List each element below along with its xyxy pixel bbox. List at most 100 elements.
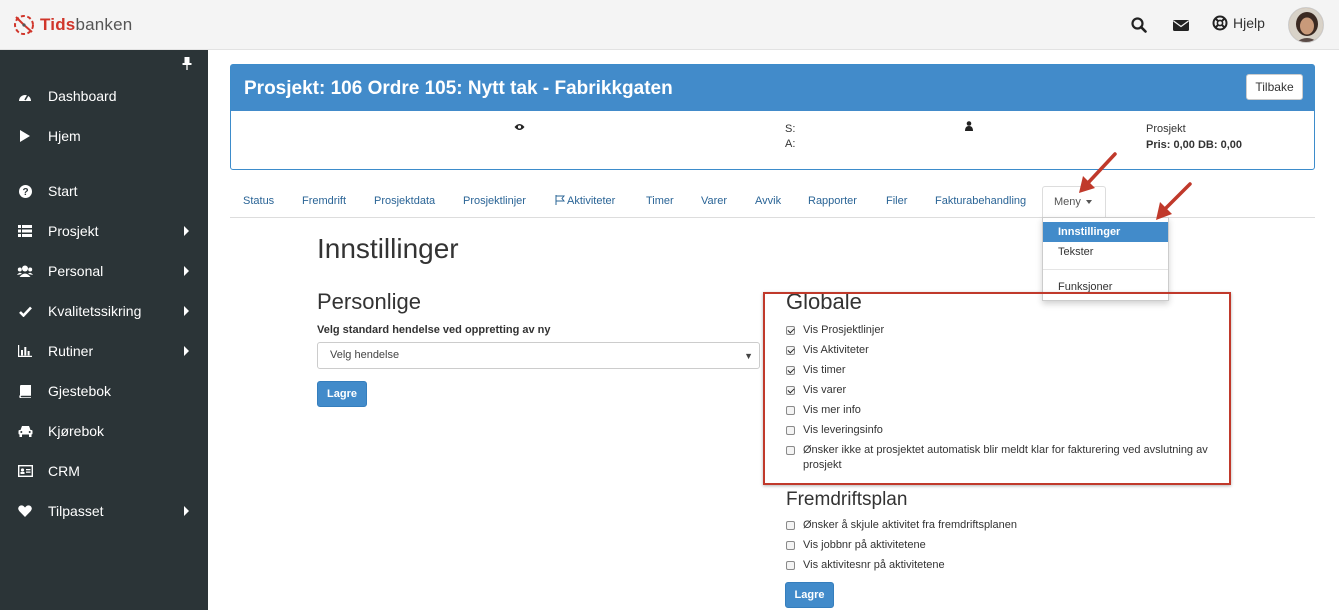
svg-text:?: ? bbox=[22, 187, 28, 198]
sidebar-item-label: Tilpasset bbox=[48, 503, 104, 519]
project-type: Prosjekt bbox=[1146, 123, 1186, 135]
question-icon: ? bbox=[17, 183, 33, 199]
sidebar-item-label: Personal bbox=[48, 263, 104, 279]
project-title: Prosjekt: 106 Ordre 105: Nytt tak - Fabr… bbox=[244, 78, 673, 99]
caret-down-icon: ▼ bbox=[744, 351, 753, 361]
search-icon[interactable] bbox=[1130, 16, 1148, 34]
sidebar-item-label: CRM bbox=[48, 463, 80, 479]
page-title: Innstillinger bbox=[317, 233, 459, 264]
users-icon bbox=[17, 263, 33, 279]
sidebar-item-dashboard[interactable]: Dashboard bbox=[0, 82, 208, 110]
pin-icon[interactable] bbox=[180, 56, 194, 70]
sidebar-item-label: Prosjekt bbox=[48, 223, 99, 239]
option-label: Vis aktivitesnr på aktivitetene bbox=[803, 559, 945, 571]
sidebar-item-kjorebok[interactable]: Kjørebok bbox=[0, 417, 208, 445]
option-skjul-aktivitet[interactable]: Ønsker å skjule aktivitet fra fremdrifts… bbox=[786, 518, 1017, 533]
bar-chart-icon bbox=[17, 343, 33, 359]
play-icon bbox=[17, 128, 33, 144]
book-icon bbox=[17, 383, 33, 399]
list-icon bbox=[17, 223, 33, 239]
tab-varer[interactable]: Varer bbox=[701, 195, 727, 207]
logo-rest: banken bbox=[75, 15, 133, 34]
user-icon bbox=[965, 121, 973, 134]
sidebar-item-label: Dashboard bbox=[48, 88, 117, 104]
tab-fakturabehandling[interactable]: Fakturabehandling bbox=[935, 195, 1026, 207]
chevron-right-icon bbox=[184, 346, 189, 356]
sidebar-item-label: Start bbox=[48, 183, 78, 199]
sidebar-item-rutiner[interactable]: Rutiner bbox=[0, 337, 208, 365]
tab-rapporter[interactable]: Rapporter bbox=[808, 195, 857, 207]
heart-icon bbox=[17, 503, 33, 519]
project-header: Prosjekt: 106 Ordre 105: Nytt tak - Fabr… bbox=[231, 65, 1314, 111]
logo-brand: Tids bbox=[40, 15, 76, 34]
chevron-right-icon bbox=[184, 266, 189, 276]
sidebar-item-gjestebok[interactable]: Gjestebok bbox=[0, 377, 208, 405]
sidebar-item-label: Hjem bbox=[48, 128, 81, 144]
tab-prosjektlinjer[interactable]: Prosjektlinjer bbox=[463, 195, 526, 207]
sidebar-item-personal[interactable]: Personal bbox=[0, 257, 208, 285]
annotation-arrow-icon bbox=[1156, 182, 1192, 220]
meny-dropdown: Innstillinger Tekster Funksjoner bbox=[1042, 217, 1169, 301]
option-label: Ønsker å skjule aktivitet fra fremdrifts… bbox=[803, 519, 1017, 531]
default-event-label: Velg standard hendelse ved oppretting av… bbox=[317, 324, 551, 336]
check-icon bbox=[17, 303, 33, 319]
event-select-value: Velg hendelse bbox=[330, 349, 400, 361]
eye-icon[interactable] bbox=[514, 122, 525, 134]
a-label: A: bbox=[785, 138, 796, 150]
chevron-right-icon bbox=[184, 306, 189, 316]
sidebar-item-label: Rutiner bbox=[48, 343, 94, 359]
sidebar-item-label: Kvalitetssikring bbox=[48, 303, 142, 319]
option-vis-aktivitesnr[interactable]: Vis aktivitesnr på aktivitetene bbox=[786, 558, 945, 573]
help-label: Hjelp bbox=[1233, 15, 1265, 31]
tab-aktiviteter[interactable]: Aktiviteter bbox=[555, 195, 615, 207]
tab-timer[interactable]: Timer bbox=[646, 195, 674, 207]
sidebar-item-hjem[interactable]: Hjem bbox=[0, 122, 208, 150]
caret-down-icon bbox=[1085, 200, 1092, 205]
logo[interactable]: Tidsbanken bbox=[12, 12, 132, 38]
tab-fremdrift[interactable]: Fremdrift bbox=[302, 195, 346, 207]
car-icon bbox=[17, 423, 33, 439]
flag-icon bbox=[555, 195, 566, 205]
sidebar-item-label: Kjørebok bbox=[48, 423, 105, 439]
project-info: S: A: Prosjekt Pris: 0,00 DB: 0,00 bbox=[231, 111, 1314, 169]
event-select[interactable]: Velg hendelse ▼ bbox=[317, 342, 760, 369]
tab-filer[interactable]: Filer bbox=[886, 195, 907, 207]
project-panel: Prosjekt: 106 Ordre 105: Nytt tak - Fabr… bbox=[230, 64, 1315, 170]
option-vis-jobbnr[interactable]: Vis jobbnr på aktivitetene bbox=[786, 538, 926, 553]
sidebar-item-crm[interactable]: CRM bbox=[0, 457, 208, 485]
top-bar: Tidsbanken Hjelp bbox=[0, 0, 1339, 50]
annotation-arrow-icon bbox=[1079, 152, 1117, 193]
avatar[interactable] bbox=[1288, 7, 1324, 43]
help-link[interactable]: Hjelp bbox=[1212, 15, 1265, 31]
progress-heading: Fremdriftsplan bbox=[786, 489, 908, 510]
menu-divider bbox=[1043, 269, 1168, 270]
sidebar-item-tilpasset[interactable]: Tilpasset bbox=[0, 497, 208, 525]
sidebar-item-label: Gjestebok bbox=[48, 383, 112, 399]
save-personal-button[interactable]: Lagre bbox=[317, 381, 367, 407]
sidebar-item-kvalitetssikring[interactable]: Kvalitetssikring bbox=[0, 297, 208, 325]
tab-aktiviteter-label: Aktiviteter bbox=[567, 195, 616, 207]
id-card-icon bbox=[17, 463, 33, 479]
checkbox[interactable] bbox=[786, 541, 795, 550]
sidebar: Dashboard Hjem ? Start Prosjekt Personal… bbox=[0, 50, 208, 610]
chevron-right-icon bbox=[184, 226, 189, 236]
tab-avvik[interactable]: Avvik bbox=[755, 195, 781, 207]
back-button[interactable]: Tilbake bbox=[1246, 74, 1303, 100]
s-label: S: bbox=[785, 123, 796, 135]
tab-prosjektdata[interactable]: Prosjektdata bbox=[374, 195, 435, 207]
checkbox[interactable] bbox=[786, 561, 795, 570]
menu-item-tekster[interactable]: Tekster bbox=[1043, 242, 1168, 262]
checkbox[interactable] bbox=[786, 521, 795, 530]
logo-clock-icon bbox=[14, 15, 34, 35]
highlight-box bbox=[763, 292, 1231, 485]
menu-item-innstillinger[interactable]: Innstillinger bbox=[1043, 222, 1168, 242]
project-price: Pris: 0,00 DB: 0,00 bbox=[1146, 139, 1242, 151]
option-label: Vis jobbnr på aktivitetene bbox=[803, 539, 926, 551]
sidebar-item-prosjekt[interactable]: Prosjekt bbox=[0, 217, 208, 245]
personal-heading: Personlige bbox=[317, 289, 421, 314]
save-progress-button[interactable]: Lagre bbox=[785, 582, 834, 608]
tab-status[interactable]: Status bbox=[243, 195, 274, 207]
envelope-icon[interactable] bbox=[1172, 16, 1190, 34]
sidebar-item-start[interactable]: ? Start bbox=[0, 177, 208, 205]
chevron-right-icon bbox=[184, 506, 189, 516]
